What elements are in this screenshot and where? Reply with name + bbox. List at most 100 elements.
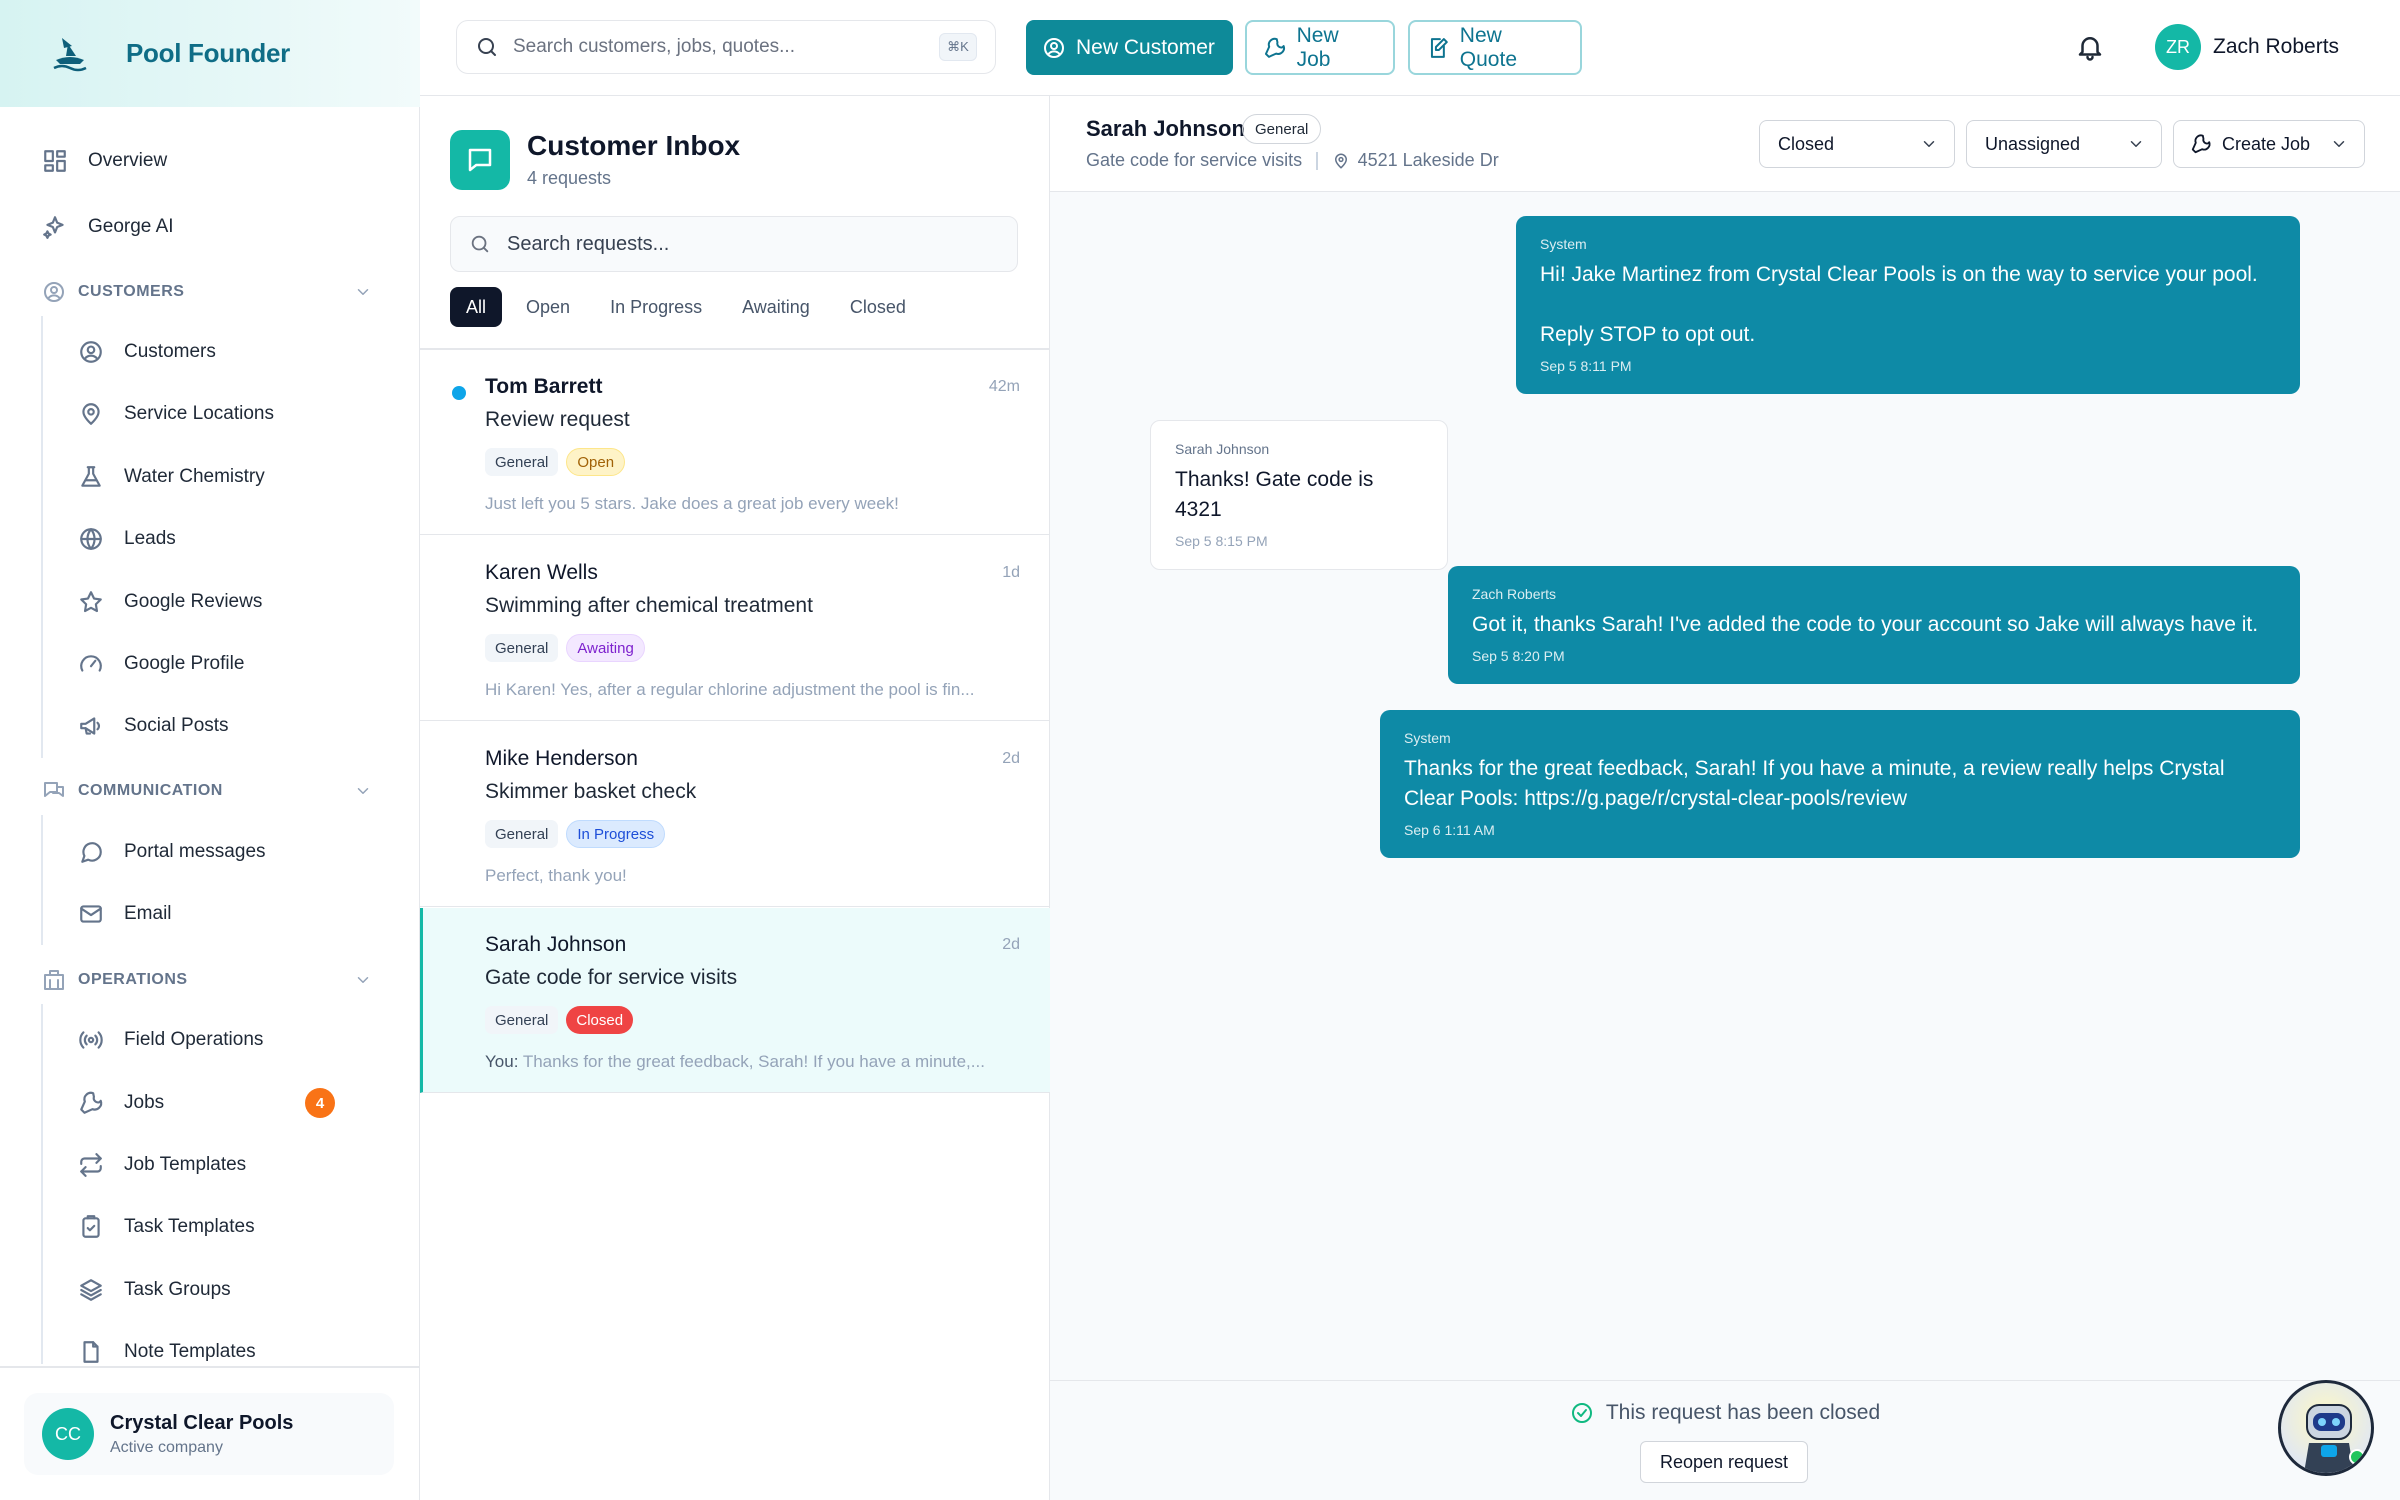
user-avatar: ZR bbox=[2155, 24, 2201, 70]
status-badge: In Progress bbox=[566, 820, 666, 848]
assistant-robot-avatar[interactable] bbox=[2278, 1380, 2374, 1476]
filter-tab-in-progress[interactable]: In Progress bbox=[594, 287, 718, 327]
new-customer-label: New Customer bbox=[1076, 35, 1215, 59]
sidebar-divider bbox=[0, 1366, 420, 1368]
nav-water-chemistry-label: Water Chemistry bbox=[124, 466, 265, 487]
filter-tab-awaiting[interactable]: Awaiting bbox=[726, 287, 826, 327]
pool-founder-logo-icon bbox=[53, 37, 87, 71]
new-job-label: New Job bbox=[1296, 23, 1339, 71]
inbox-count: 4 requests bbox=[527, 168, 612, 188]
nav-portal-messages[interactable]: Portal messages bbox=[78, 830, 266, 874]
nav-overview[interactable]: Overview bbox=[42, 139, 167, 183]
inbox-title: Customer Inbox bbox=[527, 130, 741, 161]
nav-email[interactable]: Email bbox=[78, 892, 172, 936]
nav-george-ai[interactable]: George AI bbox=[42, 205, 174, 249]
company-avatar: CC bbox=[42, 1408, 94, 1460]
nav-service-locations-label: Service Locations bbox=[124, 403, 274, 424]
bell-icon[interactable] bbox=[2075, 32, 2105, 62]
nav-service-locations[interactable]: Service Locations bbox=[78, 392, 274, 436]
wrench-icon bbox=[80, 1091, 103, 1114]
user-menu[interactable]: ZR Zach Roberts bbox=[2155, 24, 2339, 70]
status-select-value: Closed bbox=[1778, 133, 1835, 154]
category-tag: General bbox=[485, 1006, 559, 1034]
new-quote-label: New Quote bbox=[1459, 23, 1518, 71]
grid-icon bbox=[44, 150, 66, 172]
request-search[interactable] bbox=[450, 216, 1018, 272]
nav-google-profile-label: Google Profile bbox=[124, 653, 245, 674]
new-quote-button[interactable]: New Quote bbox=[1408, 20, 1582, 75]
section-operations[interactable]: OPERATIONS bbox=[42, 962, 372, 998]
chevron-down-icon bbox=[357, 289, 369, 295]
global-search-input[interactable] bbox=[513, 36, 913, 58]
nav-task-groups[interactable]: Task Groups bbox=[78, 1268, 231, 1312]
nav-leads[interactable]: Leads bbox=[78, 517, 176, 561]
message-bubble-incoming: Sarah Johnson Thanks! Gate code is 4321 … bbox=[1150, 420, 1448, 570]
filter-tab-open[interactable]: Open bbox=[510, 287, 586, 327]
conversation-customer: Mike Henderson bbox=[485, 747, 638, 770]
status-select[interactable]: Closed bbox=[1759, 120, 1955, 168]
conversation-preview: Hi Karen! Yes, after a regular chlorine … bbox=[485, 680, 975, 699]
jobs-count-badge: 4 bbox=[305, 1088, 335, 1118]
nav-job-templates[interactable]: Job Templates bbox=[78, 1143, 246, 1187]
conversation-customer: Tom Barrett bbox=[485, 375, 603, 398]
message-time: Sep 6 1:11 AM bbox=[1404, 822, 1495, 838]
conversation-subject: Swimming after chemical treatment bbox=[485, 594, 813, 617]
message-author: Zach Roberts bbox=[1472, 586, 1557, 602]
nav-social-posts[interactable]: Social Posts bbox=[78, 704, 229, 748]
conversation-time: 2d bbox=[1002, 936, 1020, 953]
message-body: Thanks for the great feedback, Sarah! If… bbox=[1404, 757, 2231, 810]
mail-icon bbox=[80, 905, 102, 923]
filter-tab-closed[interactable]: Closed bbox=[834, 287, 922, 327]
message-bubble-outgoing: Zach Roberts Got it, thanks Sarah! I've … bbox=[1448, 566, 2300, 684]
globe-icon bbox=[80, 528, 102, 550]
reopen-request-button[interactable]: Reopen request bbox=[1640, 1441, 1808, 1483]
section-customers-label: CUSTOMERS bbox=[78, 283, 185, 300]
category-tag: General bbox=[485, 634, 559, 662]
building-icon bbox=[44, 970, 64, 990]
layers-icon bbox=[80, 1279, 102, 1301]
nav-google-profile[interactable]: Google Profile bbox=[78, 642, 244, 686]
brand[interactable]: Pool Founder bbox=[0, 0, 420, 107]
section-guide-line bbox=[41, 1004, 43, 1364]
section-customers[interactable]: CUSTOMERS bbox=[42, 274, 372, 310]
nav-note-templates-label: Note Templates bbox=[124, 1341, 256, 1362]
user-circle-icon bbox=[1044, 37, 1064, 58]
map-pin-icon bbox=[1334, 153, 1347, 168]
conversation-item[interactable]: Mike Henderson 2d Skimmer basket check G… bbox=[420, 722, 1050, 907]
conversation-item-selected[interactable]: Sarah Johnson 2d Gate code for service v… bbox=[420, 908, 1050, 1093]
create-job-label: Create Job bbox=[2222, 133, 2311, 154]
conversation-preview: Thanks for the great feedback, Sarah! If… bbox=[522, 1052, 985, 1071]
assignee-select[interactable]: Unassigned bbox=[1966, 120, 2162, 168]
nav-water-chemistry[interactable]: Water Chemistry bbox=[78, 455, 265, 499]
nav-task-templates[interactable]: Task Templates bbox=[78, 1205, 255, 1249]
nav-jobs[interactable]: Jobs bbox=[78, 1081, 164, 1125]
nav-social-posts-label: Social Posts bbox=[124, 715, 229, 736]
company-switcher[interactable]: CC Crystal Clear Pools Active company bbox=[24, 1393, 394, 1475]
message-author: System bbox=[1404, 730, 1451, 746]
nav-google-reviews[interactable]: Google Reviews bbox=[78, 580, 262, 624]
file-icon bbox=[83, 1341, 99, 1363]
category-tag: General bbox=[485, 448, 559, 476]
section-guide-line bbox=[41, 316, 43, 758]
new-customer-button[interactable]: New Customer bbox=[1026, 20, 1233, 75]
request-search-input[interactable] bbox=[507, 232, 987, 256]
nav-george-ai-label: George AI bbox=[88, 216, 174, 237]
company-status: Active company bbox=[110, 1438, 223, 1456]
inbox-header-icon bbox=[450, 130, 510, 190]
nav-field-operations[interactable]: Field Operations bbox=[78, 1018, 263, 1062]
new-job-button[interactable]: New Job bbox=[1245, 20, 1395, 75]
conversation-subject: Gate code for service visits bbox=[485, 966, 738, 989]
unread-dot bbox=[452, 386, 466, 400]
nav-customers[interactable]: Customers bbox=[78, 330, 216, 374]
section-communication[interactable]: COMMUNICATION bbox=[42, 773, 372, 809]
filter-tab-all[interactable]: All bbox=[450, 287, 503, 327]
clipboard-icon bbox=[82, 1215, 100, 1238]
flask-icon bbox=[81, 466, 101, 487]
nav-field-operations-label: Field Operations bbox=[124, 1029, 264, 1050]
create-job-button[interactable]: Create Job bbox=[2173, 120, 2365, 168]
nav-job-templates-label: Job Templates bbox=[124, 1154, 247, 1175]
conversation-item[interactable]: Tom Barrett 42m Review request General O… bbox=[420, 350, 1050, 535]
conversation-item[interactable]: Karen Wells 1d Swimming after chemical t… bbox=[420, 536, 1050, 721]
message-author: System bbox=[1540, 236, 1587, 252]
global-search[interactable]: ⌘K bbox=[456, 20, 996, 74]
